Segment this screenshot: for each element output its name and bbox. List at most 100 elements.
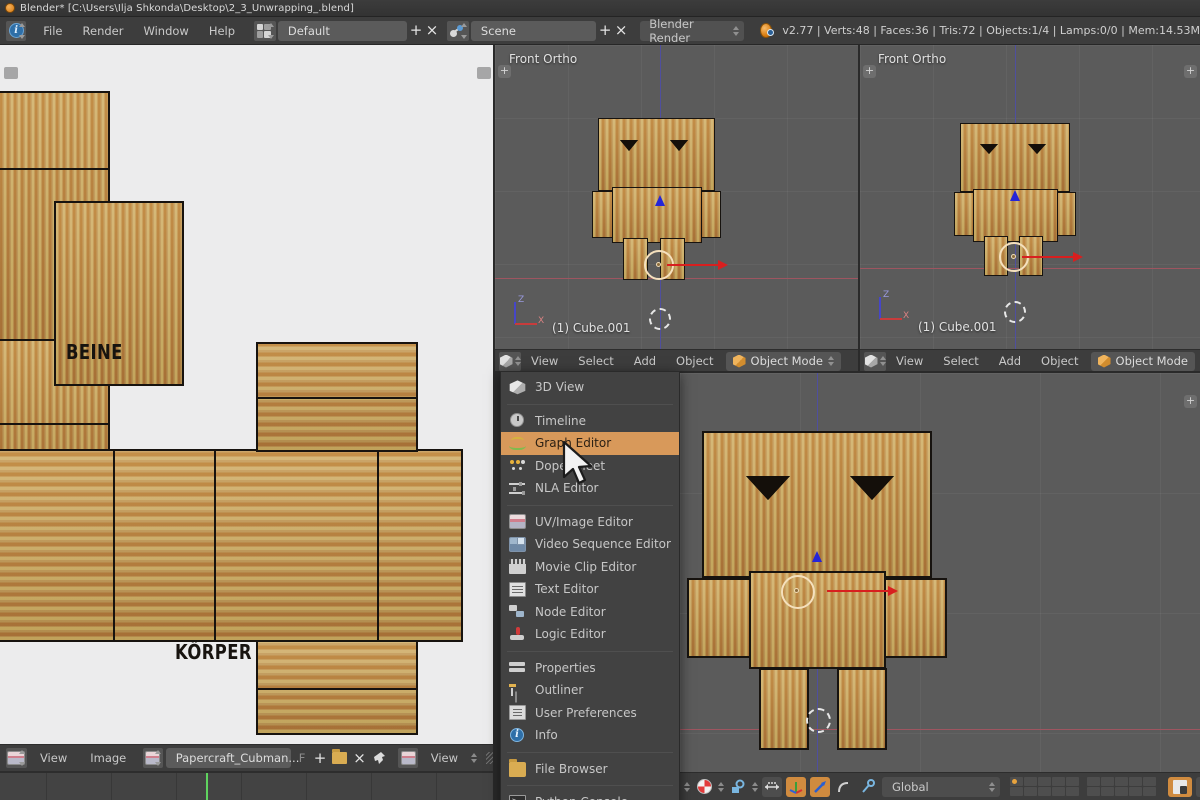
vp-menu-view[interactable]: View <box>886 351 933 371</box>
screen-layout-name-field[interactable]: Default <box>277 20 407 41</box>
uv-view-corner-widget-left[interactable] <box>4 67 18 79</box>
viewport-top-left[interactable]: Front Ortho + Z X (1) Cube.001 <box>495 45 858 349</box>
manipulator-x-arrow[interactable] <box>1022 252 1083 262</box>
layer-cell[interactable] <box>1066 787 1079 796</box>
layer-cell[interactable] <box>1010 787 1023 796</box>
scene-layers-group-1[interactable] <box>1010 777 1079 796</box>
menu-item-3d-view[interactable]: 3D View <box>501 376 679 399</box>
menu-window[interactable]: Window <box>134 21 197 41</box>
scale-manipulator-icon[interactable] <box>834 777 854 797</box>
layer-cell[interactable] <box>1143 777 1156 786</box>
menu-item-video-sequence-editor[interactable]: Video Sequence Editor <box>501 533 679 556</box>
manipulator-z-arrow[interactable] <box>1010 190 1020 201</box>
uv-view-corner-widget-right[interactable] <box>477 67 491 79</box>
editor-type-selector-info[interactable]: i <box>6 20 27 41</box>
scene-browse-button[interactable] <box>447 20 469 41</box>
viewport-top-right[interactable]: Front Ortho + + Z X (1) Cube.001 <box>860 45 1200 349</box>
manipulator-z-arrow[interactable] <box>655 195 665 206</box>
translate-manipulator-icon[interactable] <box>786 776 806 797</box>
render-preview-icon[interactable] <box>694 777 714 797</box>
render-engine-selector[interactable]: Blender Render <box>640 17 745 45</box>
layer-cell[interactable] <box>1143 787 1156 796</box>
editor-type-dropdown-menu[interactable]: 3D View Timeline Graph Editor Dope Sheet… <box>500 371 680 800</box>
menu-item-user-preferences[interactable]: User Preferences <box>501 702 679 725</box>
proportional-edit-icon[interactable] <box>762 776 782 797</box>
new-image-button[interactable]: + <box>313 748 327 768</box>
properties-expand-button-right[interactable]: + <box>1184 395 1197 408</box>
layer-cell[interactable] <box>1087 777 1100 786</box>
layer-cell[interactable] <box>1038 777 1051 786</box>
manipulator-z-arrow[interactable] <box>812 551 822 562</box>
manipulator-x-arrow[interactable] <box>667 260 728 270</box>
snap-magnet-icon[interactable] <box>728 777 748 797</box>
screen-layout-browse-button[interactable] <box>254 20 276 41</box>
pin-icon[interactable] <box>369 748 389 768</box>
menu-file[interactable]: File <box>34 21 71 41</box>
image-datablock-browse-button[interactable] <box>143 748 163 768</box>
layer-cell[interactable] <box>1024 777 1037 786</box>
menu-item-timeline[interactable]: Timeline <box>501 410 679 433</box>
viewport-shading-icon[interactable] <box>1196 776 1200 797</box>
layer-cell[interactable] <box>1129 777 1142 786</box>
menu-item-uv-image-editor[interactable]: UV/Image Editor <box>501 511 679 534</box>
menu-item-properties[interactable]: Properties <box>501 657 679 680</box>
viewport-bottom[interactable]: + <box>680 373 1200 772</box>
texture-solid-icon[interactable] <box>1168 776 1192 797</box>
layer-cell[interactable] <box>1129 787 1142 796</box>
transform-handle-icon[interactable] <box>858 777 878 797</box>
layer-cell[interactable] <box>1066 777 1079 786</box>
delete-scene-button[interactable]: × <box>614 21 628 41</box>
menu-item-python-console[interactable]: Python Console <box>501 791 679 800</box>
uv-image-canvas[interactable]: BEINE KÖRPER <box>0 45 495 755</box>
toolshelf-expand-button[interactable]: + <box>498 65 511 78</box>
layer-cell[interactable] <box>1115 777 1128 786</box>
open-folder-icon[interactable] <box>330 748 350 768</box>
vp-menu-add[interactable]: Add <box>989 351 1031 371</box>
unlink-image-button[interactable]: × <box>353 748 366 768</box>
properties-expand-button-right[interactable]: + <box>1184 65 1197 78</box>
uv-editor-type-selector[interactable] <box>6 748 27 768</box>
toolshelf-expand-button-left[interactable]: + <box>863 65 876 78</box>
layer-cell[interactable] <box>1115 787 1128 796</box>
transform-orientation-selector[interactable]: Global <box>882 776 1000 797</box>
delete-screen-layout-button[interactable]: × <box>425 21 439 41</box>
menu-render[interactable]: Render <box>74 21 133 41</box>
menu-item-info[interactable]: i Info <box>501 724 679 747</box>
layer-cell[interactable] <box>1052 787 1065 796</box>
image-name-field[interactable]: Papercraft_Cubman... <box>165 748 299 768</box>
uv-menu-image[interactable]: Image <box>80 748 136 768</box>
menu-item-outliner[interactable]: Outliner <box>501 679 679 702</box>
interaction-mode-selector[interactable]: Object Mode <box>725 351 841 371</box>
timeline-playhead[interactable] <box>206 773 208 800</box>
layer-cell[interactable] <box>1052 777 1065 786</box>
secondary-editor-type-selector[interactable] <box>398 748 418 768</box>
interaction-mode-selector[interactable]: Object Mode <box>1090 351 1195 371</box>
menu-item-file-browser[interactable]: File Browser <box>501 758 679 781</box>
editor-type-selector-3dview-left[interactable] <box>499 351 521 371</box>
layer-cell[interactable] <box>1024 787 1037 796</box>
scene-layers-group-2[interactable] <box>1087 777 1156 796</box>
scene-name-field[interactable]: Scene <box>470 20 597 41</box>
layer-cell[interactable] <box>1010 777 1023 786</box>
menu-item-logic-editor[interactable]: Logic Editor <box>501 623 679 646</box>
menu-item-movie-clip-editor[interactable]: Movie Clip Editor <box>501 556 679 579</box>
vp-menu-add[interactable]: Add <box>624 351 666 371</box>
vp-menu-view[interactable]: View <box>521 351 568 371</box>
splitter-vertical-left[interactable] <box>493 45 495 800</box>
fake-user-button[interactable]: F <box>294 748 311 768</box>
vp-menu-object[interactable]: Object <box>1031 351 1088 371</box>
secondary-menu-view[interactable]: View <box>421 748 468 768</box>
menu-item-text-editor[interactable]: Text Editor <box>501 578 679 601</box>
rotate-manipulator-icon[interactable] <box>810 776 830 797</box>
layer-cell[interactable] <box>1038 787 1051 796</box>
menu-item-node-editor[interactable]: Node Editor <box>501 601 679 624</box>
layer-cell[interactable] <box>1101 777 1114 786</box>
add-scene-button[interactable]: + <box>598 21 612 41</box>
uv-menu-view[interactable]: View <box>30 748 77 768</box>
timeline-strip[interactable] <box>0 772 495 800</box>
vp-menu-select[interactable]: Select <box>568 351 623 371</box>
add-screen-layout-button[interactable]: + <box>409 21 423 41</box>
menu-help[interactable]: Help <box>200 21 244 41</box>
layer-cell[interactable] <box>1087 787 1100 796</box>
layer-cell[interactable] <box>1101 787 1114 796</box>
